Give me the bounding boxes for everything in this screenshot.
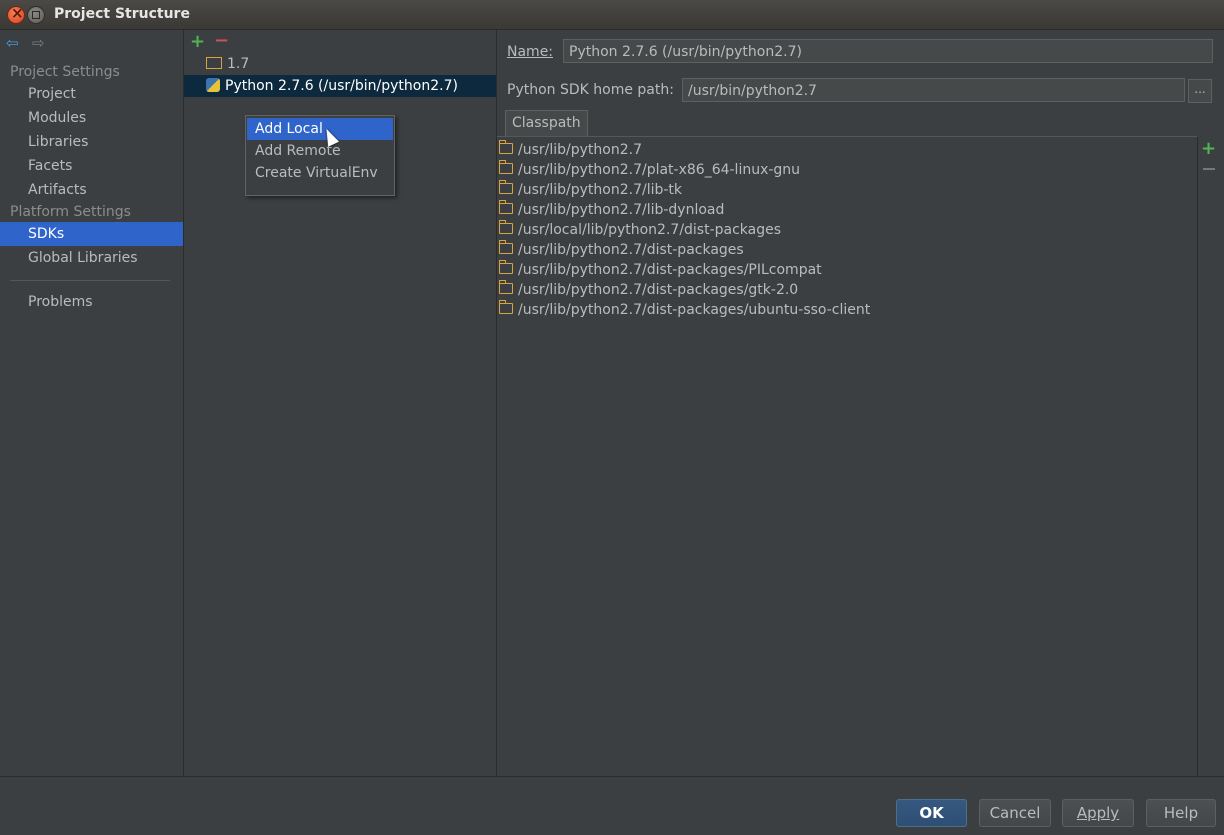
java-sdk-folder-icon — [206, 57, 222, 69]
sidebar-item-global-libraries[interactable]: Global Libraries — [0, 246, 183, 270]
folder-icon — [498, 179, 513, 194]
name-label: Name: — [507, 44, 554, 60]
sdk-details-panel: Name: Python 2.7.6 (/usr/bin/python2.7) … — [497, 30, 1224, 777]
folder-icon — [498, 159, 513, 174]
sidebar-item-sdks[interactable]: SDKs — [0, 222, 183, 246]
project-settings-header: Project Settings — [10, 64, 120, 80]
list-item[interactable]: /usr/local/lib/python2.7/dist-packages — [498, 219, 781, 240]
menu-item-add-local[interactable]: Add Local — [247, 118, 393, 140]
python-icon — [206, 78, 220, 92]
folder-icon — [498, 239, 513, 254]
sidebar-item-facets[interactable]: Facets — [0, 154, 183, 178]
forward-arrow-icon[interactable]: ⇨ — [32, 34, 45, 52]
help-button[interactable]: Help — [1146, 799, 1216, 827]
sidebar-item-modules[interactable]: Modules — [0, 106, 183, 130]
dialog-button-bar: OK Cancel Apply Help — [0, 776, 1224, 835]
menu-item-add-remote[interactable]: Add Remote — [247, 140, 393, 162]
window-title: Project Structure — [54, 6, 190, 22]
window-title-bar: Project Structure — [0, 0, 1224, 30]
menu-item-create-virtualenv[interactable]: Create VirtualEnv — [247, 162, 393, 184]
apply-button[interactable]: Apply — [1062, 799, 1134, 827]
list-item[interactable]: /usr/lib/python2.7/dist-packages — [498, 239, 744, 260]
add-sdk-icon[interactable]: + — [190, 31, 205, 52]
folder-icon — [498, 279, 513, 294]
sdk-list-item-label: 1.7 — [227, 56, 250, 72]
sdk-name-field[interactable]: Python 2.7.6 (/usr/bin/python2.7) — [563, 39, 1213, 63]
add-sdk-popup-menu: Add Local Add Remote Create VirtualEnv — [245, 115, 395, 196]
browse-button[interactable]: ... — [1188, 79, 1212, 103]
folder-icon — [498, 139, 513, 154]
folder-icon — [498, 219, 513, 234]
list-item[interactable]: /usr/lib/python2.7/lib-tk — [498, 179, 682, 200]
folder-icon — [498, 299, 513, 314]
folder-icon — [498, 199, 513, 214]
sdk-home-path-field[interactable]: /usr/bin/python2.7 — [682, 78, 1185, 102]
sidebar-item-project[interactable]: Project — [0, 82, 183, 106]
tab-classpath[interactable]: Classpath — [505, 110, 588, 136]
cancel-button[interactable]: Cancel — [979, 799, 1051, 827]
close-window-icon[interactable] — [7, 4, 25, 24]
folder-icon — [498, 259, 513, 274]
list-item[interactable]: /usr/lib/python2.7/dist-packages/gtk-2.0 — [498, 279, 798, 300]
remove-sdk-icon[interactable]: − — [214, 30, 229, 51]
home-path-label: Python SDK home path: — [507, 82, 674, 98]
sidebar-item-problems[interactable]: Problems — [0, 290, 183, 314]
sidebar-item-artifacts[interactable]: Artifacts — [0, 178, 183, 202]
ok-button[interactable]: OK — [896, 799, 967, 827]
list-item[interactable]: /usr/lib/python2.7/lib-dynload — [498, 199, 724, 220]
list-item[interactable]: /usr/lib/python2.7 — [498, 139, 642, 160]
minimize-window-icon[interactable] — [27, 6, 45, 24]
settings-sidebar: ⇦ ⇨ Project Settings Project Modules Lib… — [0, 30, 184, 776]
sdk-list-item-label: Python 2.7.6 (/usr/bin/python2.7) — [225, 78, 458, 94]
sdk-list-item[interactable]: 1.7 — [184, 53, 496, 75]
add-classpath-icon[interactable]: + — [1201, 138, 1216, 159]
back-arrow-icon[interactable]: ⇦ — [6, 34, 19, 52]
platform-settings-header: Platform Settings — [10, 204, 131, 220]
classpath-list: /usr/lib/python2.7 /usr/lib/python2.7/pl… — [497, 136, 1198, 777]
sidebar-item-libraries[interactable]: Libraries — [0, 130, 183, 154]
sidebar-divider — [10, 280, 170, 281]
remove-classpath-icon[interactable] — [1203, 168, 1215, 170]
list-item[interactable]: /usr/lib/python2.7/plat-x86_64-linux-gnu — [498, 159, 800, 180]
list-item[interactable]: /usr/lib/python2.7/dist-packages/PILcomp… — [498, 259, 822, 280]
list-item[interactable]: /usr/lib/python2.7/dist-packages/ubuntu-… — [498, 299, 870, 320]
sdk-list-item-selected[interactable]: Python 2.7.6 (/usr/bin/python2.7) — [184, 75, 496, 97]
